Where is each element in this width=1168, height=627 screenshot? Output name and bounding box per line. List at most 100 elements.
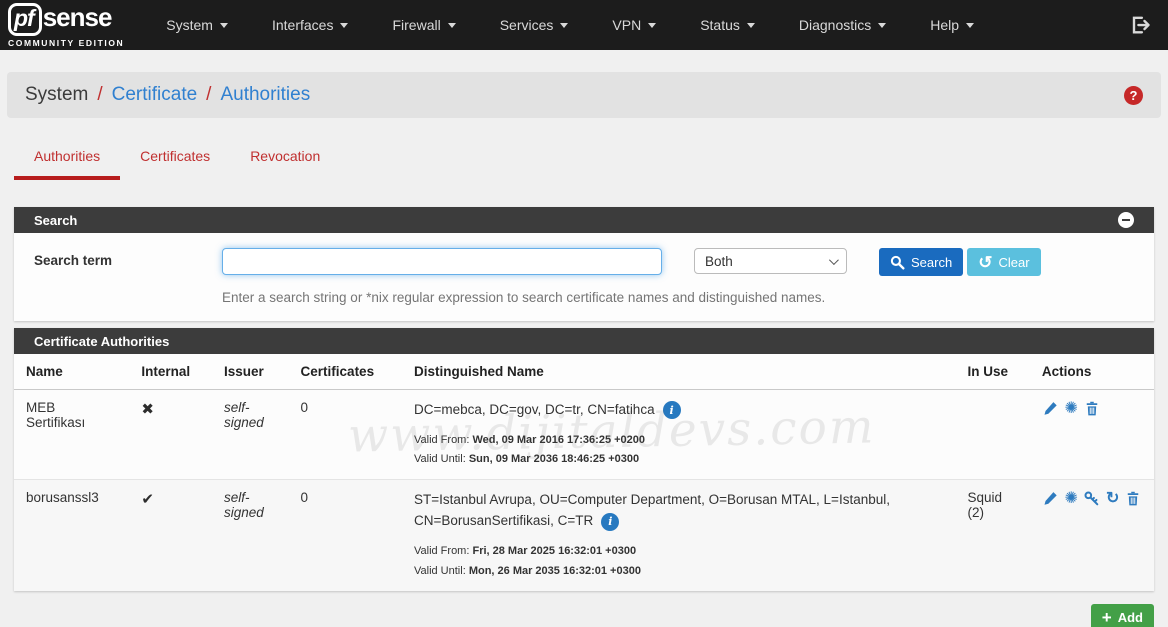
valid-until-label: Valid Until: [414,453,466,465]
breadcrumb-root: System [25,84,88,106]
valid-from-label: Valid From: [414,545,469,557]
search-panel-header: Search [14,207,1154,233]
valid-until-label: Valid Until: [414,565,466,577]
logo-subtitle: COMMUNITY EDITION [8,38,124,48]
col-distinguished-name: Distinguished Name [402,354,955,390]
add-button-label: Add [1118,610,1143,625]
logo-sense: sense [43,2,112,33]
caret-down-icon [220,23,228,28]
breadcrumb: System / Certificate / Authorities ? [7,72,1161,118]
tab-bar: Authorities Certificates Revocation [14,148,1154,180]
plus-icon: + [1102,609,1112,626]
menu-interfaces[interactable]: Interfaces [258,0,362,50]
col-in-use: In Use [955,354,1029,390]
caret-down-icon [878,23,886,28]
sign-out-icon[interactable] [1122,15,1158,35]
ca-certificates-count: 0 [289,390,402,480]
delete-icon[interactable] [1125,490,1142,507]
ca-in-use [955,390,1029,480]
tab-authorities[interactable]: Authorities [14,148,120,180]
col-name: Name [14,354,129,390]
pfsense-logo-text: pfsense [8,2,111,36]
ca-panel-title: Certificate Authorities [34,334,169,349]
renew-icon[interactable]: ↻ [1104,490,1121,507]
export-key-icon[interactable] [1083,490,1100,507]
menu-diagnostics[interactable]: Diagnostics [785,0,900,50]
chevron-down-icon [829,255,839,265]
caret-down-icon [560,23,568,28]
caret-down-icon [448,23,456,28]
table-row: borusanssl3 ✔ self-signed 0 ST=Istanbul … [14,480,1154,591]
export-ca-icon[interactable]: ✺ [1063,400,1080,417]
ca-name: MEB Sertifikası [14,390,129,480]
ca-in-use: Squid (2) [955,480,1029,591]
ca-issuer: self-signed [212,390,289,480]
tab-revocation[interactable]: Revocation [230,148,340,180]
info-icon[interactable]: i [601,513,619,531]
table-row: MEB Sertifikası ✖ self-signed 0 DC=mebca… [14,390,1154,480]
menu-services-label: Services [500,17,554,33]
menu-firewall-label: Firewall [392,17,440,33]
nav-menu-list: System Interfaces Firewall Services VPN … [152,0,1122,50]
breadcrumb-separator: / [97,84,102,106]
delete-icon[interactable] [1083,400,1100,417]
col-certificates: Certificates [289,354,402,390]
col-issuer: Issuer [212,354,289,390]
ca-validity: Valid From: Fri, 28 Mar 2025 16:32:01 +0… [414,542,943,581]
menu-system[interactable]: System [152,0,242,50]
ca-name: borusanssl3 [14,480,129,591]
cross-icon: ✖ [141,401,154,418]
info-icon[interactable]: i [663,401,681,419]
ca-issuer: self-signed [212,480,289,591]
menu-status-label: Status [700,17,740,33]
menu-status[interactable]: Status [686,0,769,50]
search-button[interactable]: Search [879,248,963,276]
ca-distinguished-name: ST=Istanbul Avrupa, OU=Computer Departme… [414,492,890,528]
search-panel-title: Search [34,213,77,228]
add-button[interactable]: + Add [1091,604,1154,627]
clear-button-label: Clear [998,255,1029,270]
search-panel-body: Search term Both Search ↺ Clear Enter a … [14,233,1154,321]
search-button-label: Search [911,255,952,270]
search-type-select[interactable]: Both [694,248,847,274]
search-input[interactable] [222,248,662,275]
ca-panel-header: Certificate Authorities [14,328,1154,354]
pfsense-logo[interactable]: pfsense COMMUNITY EDITION [8,2,124,48]
ca-table-header-row: Name Internal Issuer Certificates Distin… [14,354,1154,390]
check-icon: ✔ [141,491,154,508]
menu-vpn-label: VPN [612,17,641,33]
valid-from-value: Wed, 09 Mar 2016 17:36:25 +0200 [472,434,645,446]
export-ca-icon[interactable]: ✺ [1063,490,1080,507]
ca-validity: Valid From: Wed, 09 Mar 2016 17:36:25 +0… [414,431,943,470]
menu-diagnostics-label: Diagnostics [799,17,871,33]
ca-certificates-count: 0 [289,480,402,591]
breadcrumb-link-authorities[interactable]: Authorities [220,84,310,106]
ca-table: Name Internal Issuer Certificates Distin… [14,354,1154,591]
menu-help[interactable]: Help [916,0,988,50]
search-panel: Search Search term Both Search ↺ Clear E… [14,207,1154,321]
valid-until-value: Mon, 26 Mar 2035 16:32:01 +0300 [469,565,641,577]
breadcrumb-link-certificate[interactable]: Certificate [112,84,198,106]
valid-until-value: Sun, 09 Mar 2036 18:46:25 +0300 [469,453,639,465]
logo-pf: pf [8,3,42,36]
menu-vpn[interactable]: VPN [598,0,670,50]
menu-interfaces-label: Interfaces [272,17,333,33]
edit-icon[interactable] [1042,400,1059,417]
search-type-selected-value: Both [705,254,733,269]
clear-button[interactable]: ↺ Clear [967,248,1040,276]
menu-firewall[interactable]: Firewall [378,0,469,50]
edit-icon[interactable] [1042,490,1059,507]
tab-certificates[interactable]: Certificates [120,148,230,180]
col-actions: Actions [1030,354,1154,390]
help-icon[interactable]: ? [1124,86,1143,105]
caret-down-icon [747,23,755,28]
certificate-authorities-panel: Certificate Authorities Name Internal Is… [14,328,1154,591]
collapse-icon[interactable] [1118,212,1134,228]
top-navbar: pfsense COMMUNITY EDITION System Interfa… [0,0,1168,50]
menu-help-label: Help [930,17,959,33]
search-help-text: Enter a search string or *nix regular ex… [222,290,1134,305]
menu-services[interactable]: Services [486,0,583,50]
menu-system-label: System [166,17,213,33]
search-icon [890,255,905,270]
caret-down-icon [648,23,656,28]
